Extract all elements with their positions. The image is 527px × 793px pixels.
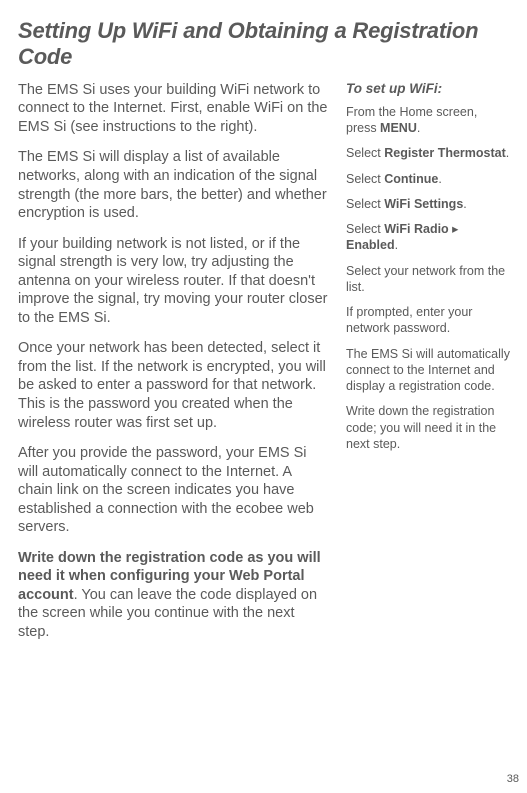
sidebar-step: Select your network from the list. — [346, 263, 511, 296]
sidebar-column: To set up WiFi: From the Home screen, pr… — [346, 81, 511, 654]
sidebar-step: Select WiFi Radio ▸ Enabled. — [346, 221, 511, 254]
step-text: . — [463, 197, 466, 211]
main-paragraph: After you provide the password, your EMS… — [18, 444, 328, 537]
ui-label: Register Thermostat — [384, 146, 506, 160]
sidebar-step: Write down the registration code; you wi… — [346, 403, 511, 452]
page-heading: Setting Up WiFi and Obtaining a Registra… — [18, 18, 517, 71]
ui-label: WiFi Radio — [384, 222, 448, 236]
step-text: Select — [346, 222, 384, 236]
sidebar-step: The EMS Si will automatically connect to… — [346, 346, 511, 395]
sidebar-step: Select WiFi Settings. — [346, 196, 511, 212]
sidebar-step: From the Home screen, press MENU. — [346, 104, 511, 137]
step-text: . — [438, 172, 441, 186]
step-text: Select — [346, 172, 384, 186]
step-text: . — [417, 121, 420, 135]
step-text: . — [506, 146, 509, 160]
main-paragraph: If your building network is not listed, … — [18, 235, 328, 328]
step-text: . — [395, 238, 398, 252]
main-paragraph: The EMS Si will display a list of availa… — [18, 148, 328, 222]
arrow-icon: ▸ — [449, 222, 459, 236]
sidebar-heading: To set up WiFi: — [346, 81, 511, 96]
ui-label: Continue — [384, 172, 438, 186]
step-text: Select — [346, 197, 384, 211]
main-paragraph: The EMS Si uses your building WiFi netwo… — [18, 81, 328, 137]
step-text: Select — [346, 146, 384, 160]
main-paragraph: Once your network has been detected, sel… — [18, 339, 328, 432]
main-paragraph: Write down the registration code as you … — [18, 549, 328, 642]
page-number: 38 — [507, 773, 519, 785]
sidebar-step: Select Continue. — [346, 171, 511, 187]
sidebar-step: Select Register Thermostat. — [346, 145, 511, 161]
main-column: The EMS Si uses your building WiFi netwo… — [18, 81, 328, 654]
ui-label: WiFi Settings — [384, 197, 463, 211]
ui-label: MENU — [380, 121, 417, 135]
sidebar-step: If prompted, enter your network password… — [346, 304, 511, 337]
content-container: The EMS Si uses your building WiFi netwo… — [18, 81, 517, 654]
ui-label: Enabled — [346, 238, 395, 252]
